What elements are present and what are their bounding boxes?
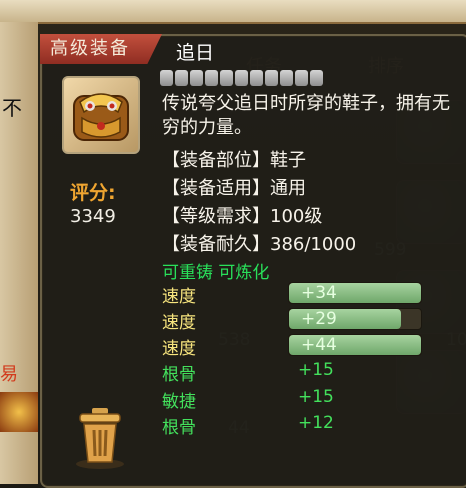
stat-value: +15: [298, 387, 334, 407]
bar-stat-name: 速度: [162, 339, 196, 359]
stat-bar-value: +34: [301, 283, 337, 303]
stat-value: +15: [298, 360, 334, 380]
left-panel-red-text: 易: [0, 364, 18, 385]
attribute-slot: 【装备部位】鞋子: [162, 150, 306, 171]
enhance-star-empty: [310, 70, 323, 86]
stat-bar: +34: [288, 282, 422, 304]
enhance-star-empty: [190, 70, 203, 86]
enhance-star-empty: [160, 70, 173, 86]
item-icon-frame: [62, 76, 140, 154]
enhance-star-empty: [205, 70, 218, 86]
top-frame: [0, 0, 466, 24]
discard-button[interactable]: [72, 406, 128, 470]
trash-can-icon: [76, 408, 124, 469]
score-value: 3349: [70, 206, 116, 227]
left-panel-item: [0, 392, 38, 432]
attribute-applicable: 【装备适用】通用: [162, 178, 306, 199]
stat-name: 根骨: [162, 365, 196, 385]
left-panel-text: 不: [2, 96, 22, 120]
quality-tag: 高级装备: [40, 34, 162, 64]
enhance-star-row: [160, 70, 323, 86]
stat-bar: +29: [288, 308, 422, 330]
score-label: 评分:: [70, 182, 116, 204]
enhance-star-empty: [250, 70, 263, 86]
enhance-star-empty: [235, 70, 248, 86]
attribute-durability: 【装备耐久】386/1000: [162, 234, 357, 255]
stat-value: +12: [298, 413, 334, 433]
bar-stat-name: 速度: [162, 287, 196, 307]
stat-name: 根骨: [162, 418, 196, 438]
enhance-star-empty: [220, 70, 233, 86]
item-name: 追日: [176, 42, 215, 64]
enhance-star-empty: [295, 70, 308, 86]
stat-bar-value: +44: [301, 335, 337, 355]
stat-bar-value: +29: [301, 309, 337, 329]
item-tags: 可重铸 可炼化: [162, 263, 270, 283]
item-description: 传说夸父追日时所穿的鞋子，拥有无穷的力量。: [162, 93, 450, 138]
enhance-star-empty: [280, 70, 293, 86]
golden-boots-icon: [73, 93, 129, 141]
attribute-level-requirement: 【等级需求】100级: [162, 206, 323, 227]
stat-name: 敏捷: [162, 392, 196, 412]
enhance-star-empty: [265, 70, 278, 86]
bar-stat-name: 速度: [162, 313, 196, 333]
stat-bar: +44: [288, 334, 422, 356]
enhance-star-empty: [175, 70, 188, 86]
